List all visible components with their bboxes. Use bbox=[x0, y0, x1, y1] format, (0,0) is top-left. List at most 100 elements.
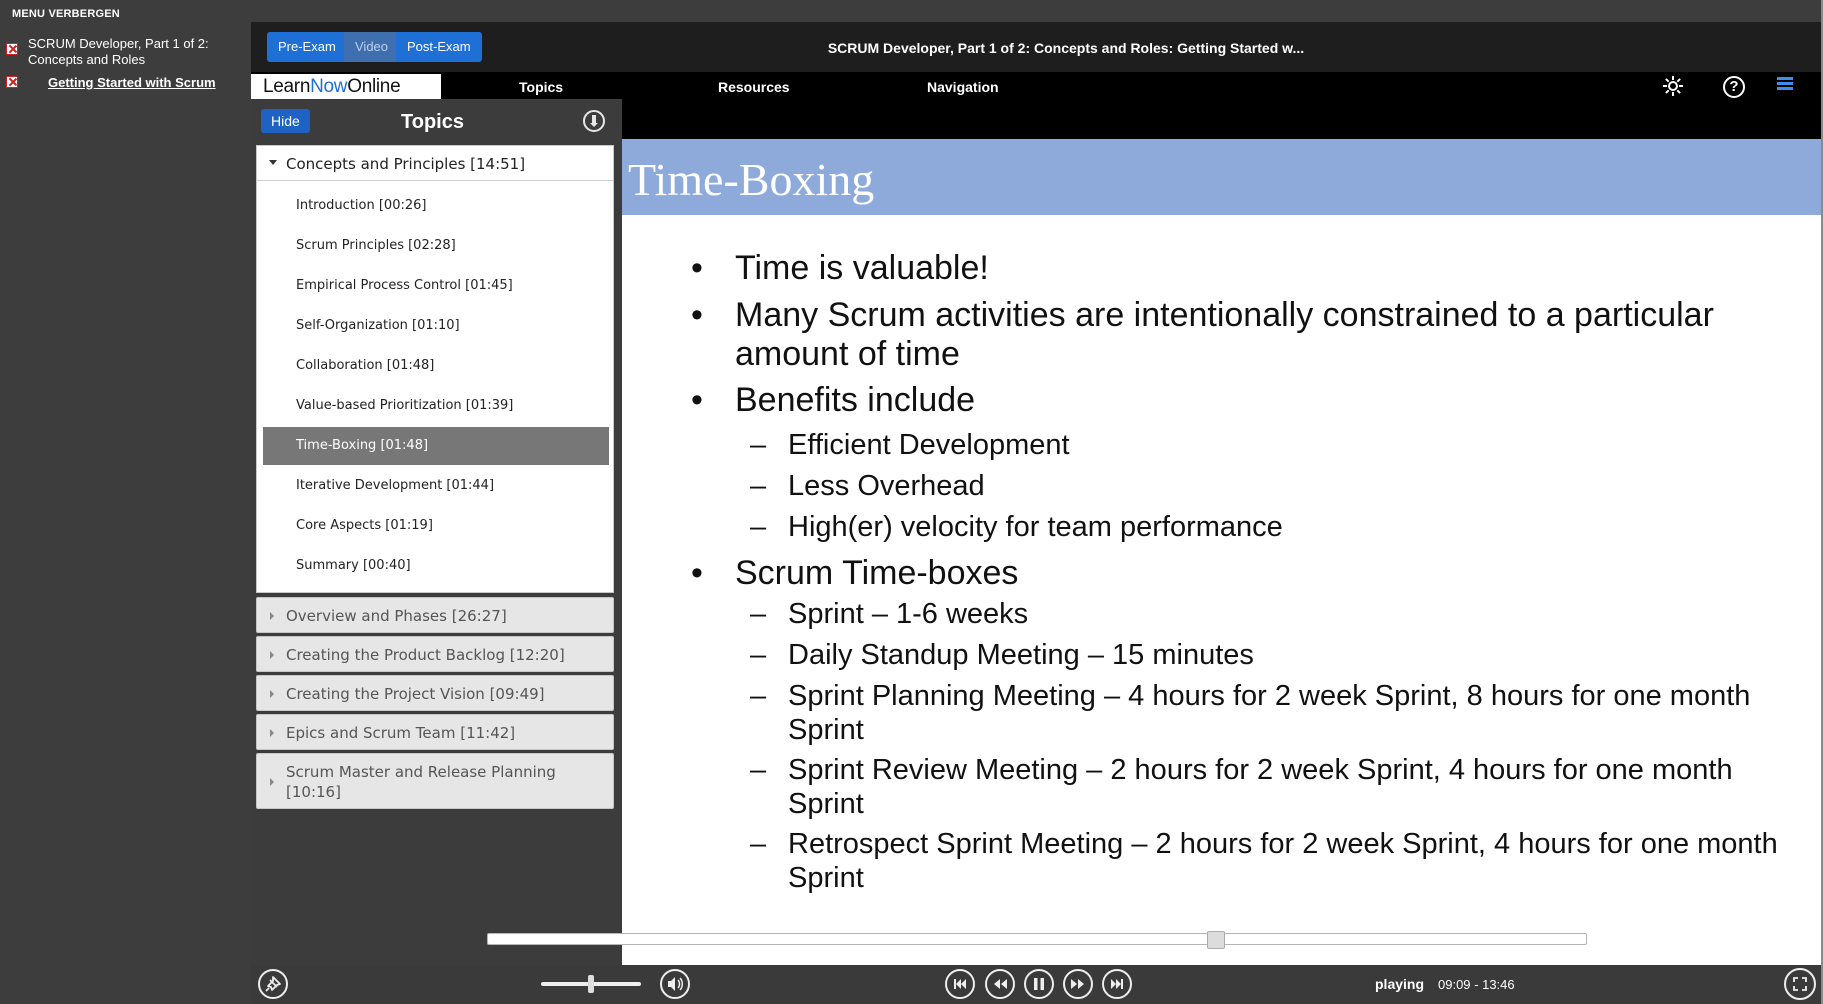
topic-item[interactable]: Core Aspects [01:19] bbox=[263, 507, 609, 545]
video-button[interactable]: Video bbox=[344, 32, 400, 62]
bullet-text: Scrum Time-boxes bbox=[735, 554, 1019, 592]
slide-subbullet: – Daily Standup Meeting – 15 minutes bbox=[750, 638, 1788, 672]
slide-title: Time-Boxing bbox=[628, 154, 875, 205]
chevron-right-icon bbox=[270, 729, 274, 737]
slide-subbullet: – High(er) velocity for team performance bbox=[750, 510, 1788, 544]
playback-status: playing bbox=[1375, 976, 1425, 992]
post-exam-button[interactable]: Post-Exam bbox=[396, 32, 482, 62]
slide-subbullet: – Sprint Review Meeting – 2 hours for 2 w… bbox=[750, 753, 1788, 821]
video-letterbox bbox=[622, 99, 1823, 139]
dash-marker: – bbox=[750, 828, 767, 860]
slide-bullet: • Time is valuable! bbox=[691, 249, 1775, 288]
pin-icon[interactable] bbox=[583, 110, 605, 132]
close-icon[interactable] bbox=[6, 43, 18, 55]
dash-marker: – bbox=[750, 598, 767, 630]
slide-title-band: Time-Boxing bbox=[622, 139, 1823, 215]
topic-section-label: Concepts and Principles [14:51] bbox=[286, 155, 526, 173]
bullet-text: Time is valuable! bbox=[735, 249, 989, 287]
topic-section-collapsed[interactable]: Scrum Master and Release Planning [10:16… bbox=[256, 753, 614, 809]
dash-marker: – bbox=[750, 639, 767, 671]
seek-bar[interactable] bbox=[487, 931, 1587, 949]
pin-controls-icon[interactable] bbox=[258, 969, 288, 999]
top-strip bbox=[251, 0, 1823, 22]
speaker-icon[interactable] bbox=[660, 969, 690, 999]
subbullet-text: Less Overhead bbox=[788, 470, 985, 502]
dash-marker: – bbox=[750, 429, 767, 461]
chevron-right-icon bbox=[270, 690, 274, 698]
chevron-right-icon bbox=[270, 612, 274, 620]
bullet-marker: • bbox=[691, 296, 703, 334]
playback-time: 09:09 - 13:46 bbox=[1438, 977, 1515, 992]
slide: Time-Boxing • Time is valuable! • Many Scr… bbox=[622, 139, 1823, 965]
nav-bar: LearnNowOnline Topics Resources Navigati… bbox=[251, 72, 1823, 99]
nav-topics[interactable]: Topics bbox=[519, 79, 563, 95]
subbullet-text: High(er) velocity for team performance bbox=[788, 511, 1283, 543]
menu-hide-toggle[interactable]: MENU VERBERGEN bbox=[12, 8, 120, 20]
topic-section-collapsed[interactable]: Epics and Scrum Team [11:42] bbox=[256, 714, 614, 750]
bullet-text: Benefits include bbox=[735, 381, 976, 419]
hide-topics-button[interactable]: Hide bbox=[261, 109, 310, 133]
fast-forward-icon[interactable] bbox=[1063, 969, 1093, 999]
gear-icon[interactable] bbox=[1661, 74, 1685, 98]
topics-title: Topics bbox=[401, 111, 464, 133]
fullscreen-icon[interactable] bbox=[1784, 968, 1816, 1000]
topic-item[interactable]: Collaboration [01:48] bbox=[263, 347, 609, 385]
topic-section-label: Creating the Product Backlog [12:20] bbox=[286, 646, 565, 664]
left-menu: MENU VERBERGEN SCRUM Developer, Part 1 o… bbox=[0, 0, 251, 1004]
seek-thumb[interactable] bbox=[1207, 931, 1225, 949]
logo-learn: Learn bbox=[263, 76, 311, 97]
menu-icon[interactable] bbox=[1777, 77, 1793, 91]
topic-section-label: Epics and Scrum Team [11:42] bbox=[286, 724, 516, 742]
slide-bullet: • Scrum Time-boxes bbox=[691, 554, 1775, 593]
topic-item-active[interactable]: Time-Boxing [01:48] bbox=[263, 427, 609, 465]
dash-marker: – bbox=[750, 754, 767, 786]
slide-subbullet: – Sprint Planning Meeting – 4 hours for 2… bbox=[750, 679, 1788, 747]
player-controls: playing 09:09 - 13:46 bbox=[251, 965, 1823, 1004]
logo-now: Now bbox=[310, 76, 348, 97]
topic-item[interactable]: Empirical Process Control [01:45] bbox=[263, 267, 609, 305]
skip-back-icon[interactable] bbox=[945, 969, 975, 999]
topic-section-label: Overview and Phases [26:27] bbox=[286, 607, 507, 625]
chevron-down-icon bbox=[269, 160, 277, 165]
close-icon[interactable] bbox=[6, 76, 18, 88]
topic-section-label: Scrum Master and Release Planning [10:16… bbox=[286, 763, 556, 801]
nav-resources[interactable]: Resources bbox=[718, 79, 790, 95]
nav-navigation[interactable]: Navigation bbox=[927, 79, 999, 95]
logo-online: Online bbox=[347, 76, 401, 97]
page-title: SCRUM Developer, Part 1 of 2: Concepts a… bbox=[827, 40, 1305, 56]
topic-section-collapsed[interactable]: Creating the Project Vision [09:49] bbox=[256, 675, 614, 711]
subbullet-text: Daily Standup Meeting – 15 minutes bbox=[788, 639, 1254, 671]
topic-item[interactable]: Iterative Development [01:44] bbox=[263, 467, 609, 505]
subbullet-text: Sprint – 1-6 weeks bbox=[788, 598, 1029, 630]
slide-subbullet: – Efficient Development bbox=[750, 428, 1788, 462]
help-icon[interactable]: ? bbox=[1723, 76, 1745, 98]
topic-section-label: Creating the Project Vision [09:49] bbox=[286, 685, 545, 703]
subbullet-text: Efficient Development bbox=[788, 429, 1070, 461]
topic-section-header[interactable]: Concepts and Principles [14:51] bbox=[257, 146, 613, 181]
dash-marker: – bbox=[750, 680, 767, 712]
rewind-icon[interactable] bbox=[985, 969, 1015, 999]
course-title: SCRUM Developer, Part 1 of 2: Concepts a… bbox=[28, 36, 209, 67]
slide-subbullet: – Retrospect Sprint Meeting – 2 hours for… bbox=[750, 827, 1788, 895]
pre-exam-button[interactable]: Pre-Exam bbox=[267, 32, 347, 62]
topics-panel: Hide Topics Concepts and Principles [14:… bbox=[251, 99, 622, 965]
topic-section-collapsed[interactable]: Overview and Phases [26:27] bbox=[256, 597, 614, 633]
pause-icon[interactable] bbox=[1024, 969, 1054, 999]
topic-item[interactable]: Introduction [00:26] bbox=[263, 187, 609, 225]
topic-item[interactable]: Summary [00:40] bbox=[263, 547, 609, 585]
course-link[interactable]: Getting Started with Scrum bbox=[48, 75, 216, 90]
topic-item[interactable]: Scrum Principles [02:28] bbox=[263, 227, 609, 265]
topic-item[interactable]: Self-Organization [01:10] bbox=[263, 307, 609, 345]
topic-section-open: Concepts and Principles [14:51] Introduc… bbox=[256, 145, 614, 593]
topic-item[interactable]: Value-based Prioritization [01:39] bbox=[263, 387, 609, 425]
topic-section-collapsed[interactable]: Creating the Product Backlog [12:20] bbox=[256, 636, 614, 672]
slide-subbullet: – Sprint – 1-6 weeks bbox=[750, 597, 1788, 631]
slide-bullet: • Many Scrum activities are intentionally… bbox=[691, 296, 1775, 374]
subbullet-text: Retrospect Sprint Meeting – 2 hours for … bbox=[788, 828, 1778, 894]
skip-forward-icon[interactable] bbox=[1102, 969, 1132, 999]
bullet-marker: • bbox=[691, 554, 703, 592]
learnnowonline-logo: LearnNowOnline bbox=[251, 74, 441, 99]
volume-thumb[interactable] bbox=[588, 975, 594, 993]
dash-marker: – bbox=[750, 511, 767, 543]
bullet-text: Many Scrum activities are intentionally … bbox=[735, 296, 1714, 373]
